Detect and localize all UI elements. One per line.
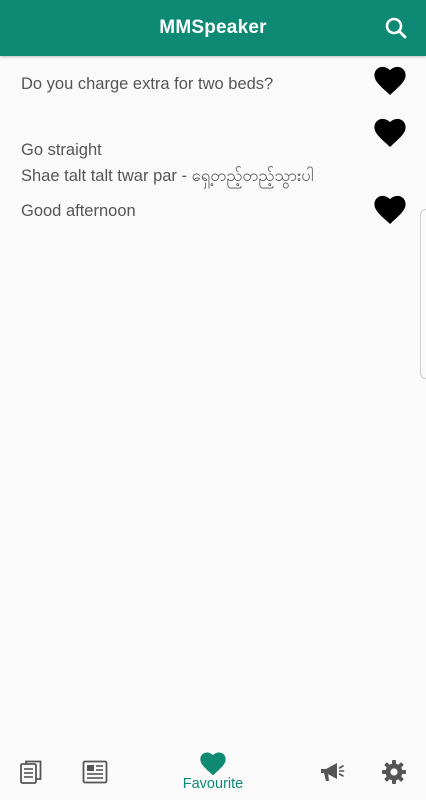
document-list-icon xyxy=(20,760,42,784)
phrase-translation: Shae talt talt twar par - ရှေ့တည့်တည့်သွ… xyxy=(21,167,314,185)
nav-item-settings[interactable] xyxy=(376,744,412,800)
nav-item-announcements[interactable] xyxy=(314,744,350,800)
nav-item-phrases[interactable] xyxy=(14,744,48,800)
app-title: MMSpeaker xyxy=(159,17,267,38)
gear-icon xyxy=(382,760,406,784)
heart-icon[interactable] xyxy=(374,66,406,96)
heart-icon[interactable] xyxy=(374,118,406,148)
edge-panel-handle[interactable] xyxy=(420,209,426,379)
heart-icon[interactable] xyxy=(374,195,406,225)
app-screen: MMSpeaker Do you charge extra for two be… xyxy=(0,0,426,800)
favourites-list: Do you charge extra for two beds? Go str… xyxy=(0,56,426,228)
search-button[interactable] xyxy=(380,12,412,44)
phrase-text: Good afternoon xyxy=(21,202,136,220)
phrase-text: Go straight xyxy=(21,141,102,159)
list-item[interactable]: Do you charge extra for two beds? xyxy=(0,56,426,111)
nav-item-favourite[interactable]: Favourite xyxy=(168,744,258,800)
list-item[interactable]: Go straight Shae talt talt twar par - ရှ… xyxy=(0,111,426,195)
phrase-text: Do you charge extra for two beds? xyxy=(21,75,274,93)
search-icon xyxy=(385,17,407,39)
heart-icon xyxy=(200,752,226,776)
list-item[interactable]: Good afternoon xyxy=(0,195,426,228)
nav-label-favourite: Favourite xyxy=(182,776,244,792)
nav-item-news[interactable] xyxy=(78,744,112,800)
bottom-navigation: Favourite xyxy=(0,744,426,800)
newspaper-icon xyxy=(82,760,108,784)
megaphone-icon xyxy=(321,763,345,781)
top-app-bar: MMSpeaker xyxy=(0,0,426,56)
